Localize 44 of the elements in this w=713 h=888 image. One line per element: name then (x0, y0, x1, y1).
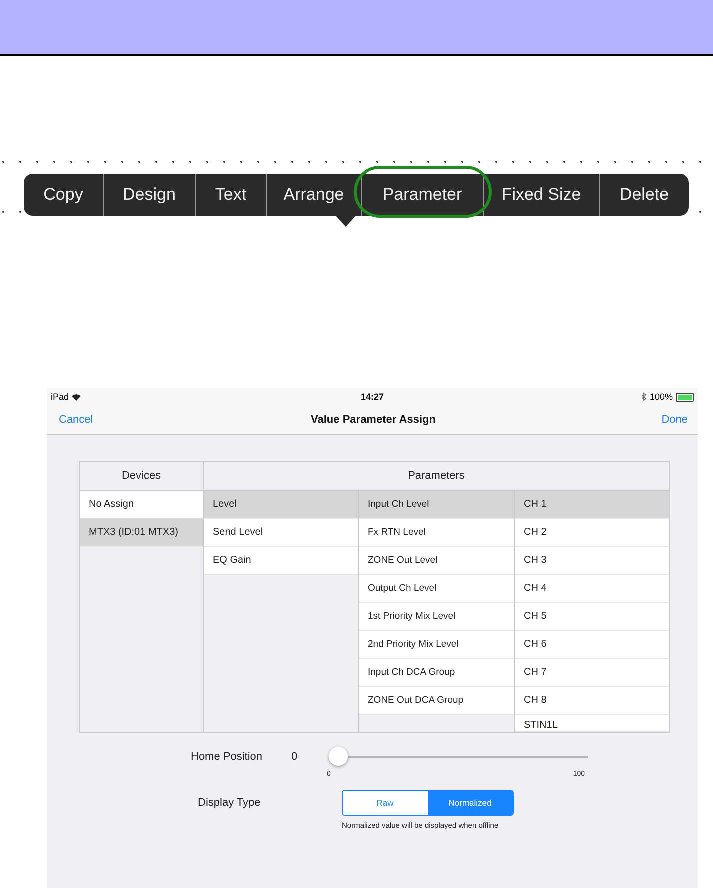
segment-option[interactable]: Normalized (428, 791, 513, 815)
menu-item[interactable]: Copy (24, 174, 104, 216)
channel-item[interactable]: CH 6 (515, 631, 669, 659)
menu-item[interactable]: Design (104, 174, 196, 216)
home-position-value: 0 (292, 751, 298, 763)
menu-item[interactable]: Fixed Size (484, 174, 600, 216)
channel-item[interactable]: CH 4 (515, 575, 669, 603)
parameter-type-item[interactable]: Send Level (204, 519, 358, 547)
device-label: iPad (51, 392, 70, 402)
status-time: 14:27 (360, 392, 384, 402)
display-type-label: Display Type (198, 797, 261, 809)
channel-item[interactable]: CH 2 (515, 519, 669, 547)
done-button[interactable]: Done (568, 414, 688, 426)
source-item[interactable]: Input Ch DCA Group (359, 659, 514, 687)
bluetooth-icon (642, 393, 647, 401)
parameter-type-item[interactable]: EQ Gain (204, 547, 358, 575)
parameter-type-item[interactable]: Level (204, 491, 358, 519)
menu-item[interactable]: Parameter (362, 174, 484, 216)
channel-item[interactable]: CH 8 (515, 687, 669, 715)
source-item[interactable]: ZONE Out DCA Group (359, 687, 514, 715)
source-item[interactable]: Fx RTN Level (359, 519, 514, 547)
battery-percent: 100% (650, 392, 673, 402)
cancel-button[interactable]: Cancel (59, 414, 179, 426)
menu-item[interactable]: Text (196, 174, 267, 216)
home-position-label: Home Position (191, 751, 263, 763)
menu-item[interactable]: Arrange (267, 174, 362, 216)
wifi-icon (72, 394, 82, 400)
source-item[interactable]: 2nd Priority Mix Level (359, 631, 514, 659)
battery-icon (676, 392, 694, 402)
channel-item[interactable]: CH 3 (515, 547, 669, 575)
menu-item[interactable]: Delete (600, 174, 689, 216)
channel-item[interactable]: CH 1 (515, 491, 669, 519)
device-item[interactable]: No Assign (80, 491, 203, 519)
segment-option[interactable]: Raw (342, 791, 428, 815)
channel-item[interactable]: CH 7 (515, 659, 669, 687)
slider-thumb[interactable] (328, 747, 348, 766)
source-item[interactable]: ZONE Out Level (359, 547, 514, 575)
channel-item[interactable]: STIN1L (515, 715, 669, 732)
source-item[interactable]: 1st Priority Mix Level (359, 603, 514, 631)
source-item[interactable]: Output Ch Level (359, 575, 514, 603)
source-item[interactable]: Input Ch Level (359, 491, 514, 519)
device-item[interactable]: MTX3 (ID:01 MTX3) (80, 519, 203, 547)
screen-title: Value Parameter Assign (311, 414, 436, 426)
channel-item[interactable]: CH 5 (515, 603, 669, 631)
